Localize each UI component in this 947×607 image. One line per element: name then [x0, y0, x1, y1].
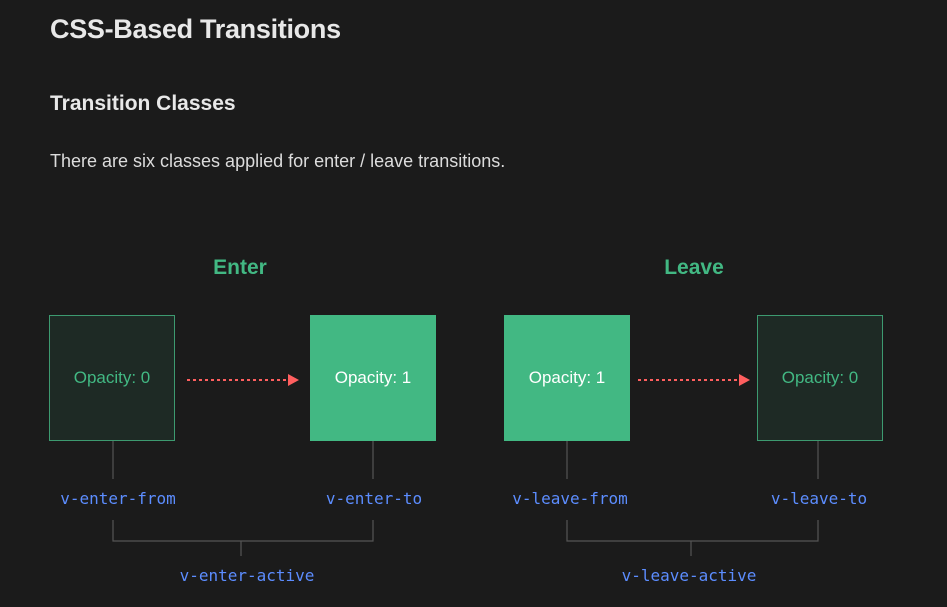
leave-arrow-head — [739, 374, 750, 386]
enter-arrow-head — [288, 374, 299, 386]
leave-bracket — [566, 441, 819, 556]
enter-bracket — [112, 441, 374, 556]
connector-lines — [112, 374, 819, 556]
